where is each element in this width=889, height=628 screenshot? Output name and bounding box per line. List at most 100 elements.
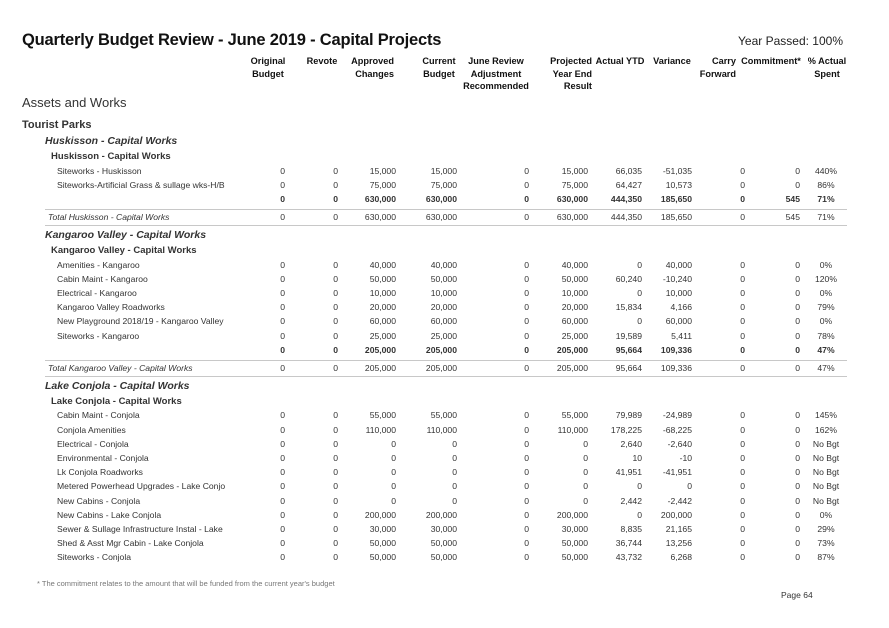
column-header-line: Spent <box>814 68 840 79</box>
cell-approved-changes: 75,000 <box>369 180 396 190</box>
cell-carry-forward: 0 <box>740 345 745 355</box>
cell-projected-year-end-result: 0 <box>583 496 588 506</box>
column-header-line: Recommended <box>463 81 529 91</box>
cell-carry-forward: 0 <box>740 260 745 270</box>
cell--actual-spent: No Bgt <box>812 481 840 491</box>
cell-current-budget: 40,000 <box>430 260 457 270</box>
block-subheading: Huskisson - Capital Works <box>51 151 171 162</box>
cell-approved-changes: 200,000 <box>364 510 396 520</box>
column-header-line: Current <box>422 56 456 66</box>
row-label: Total Huskisson - Capital Works <box>48 212 170 222</box>
total-row: Total Huskisson - Capital Works 0 0 630,000… <box>0 212 889 226</box>
cell-commitment: 0 <box>795 288 800 298</box>
cell-current-budget: 55,000 <box>430 410 457 420</box>
cell-approved-changes: 205,000 <box>364 345 396 355</box>
block-heading: Kangaroo Valley - Capital Works <box>45 229 207 242</box>
cell-variance: 4,166 <box>670 302 692 312</box>
cell-revote: 0 <box>333 260 338 270</box>
cell-approved-changes: 630,000 <box>364 212 396 222</box>
cell-carry-forward: 0 <box>740 538 745 548</box>
table-row: Siteworks - Conjola 0 0 50,000 50,000 0 50,000… <box>0 552 889 566</box>
cell--actual-spent: 0% <box>819 260 833 270</box>
cell-carry-forward: 0 <box>740 439 745 449</box>
cell-variance: -10 <box>679 453 692 463</box>
cell--actual-spent: 120% <box>815 274 837 284</box>
cell-june-review-adjustment-recommended: 0 <box>524 302 529 312</box>
cell-original-budget: 0 <box>280 552 285 562</box>
cell-original-budget: 0 <box>280 166 285 176</box>
cell--actual-spent: 145% <box>815 410 837 420</box>
row-label: Total Kangaroo Valley - Capital Works <box>48 363 193 373</box>
cell-current-budget: 200,000 <box>425 510 457 520</box>
cell-commitment: 0 <box>795 363 800 373</box>
cell-approved-changes: 0 <box>391 467 396 477</box>
cell-revote: 0 <box>333 439 338 449</box>
cell-revote: 0 <box>333 363 338 373</box>
table-row: Cabin Maint - Conjola 0 0 55,000 55,000 0 55,0… <box>0 410 889 424</box>
row-label: Cabin Maint - Kangaroo <box>57 274 148 284</box>
cell-commitment: 0 <box>795 274 800 284</box>
section-heading: Assets and Works <box>22 95 127 110</box>
cell-june-review-adjustment-recommended: 0 <box>524 316 529 326</box>
cell-commitment: 0 <box>795 260 800 270</box>
cell-revote: 0 <box>333 166 338 176</box>
cell-original-budget: 0 <box>280 467 285 477</box>
cell-june-review-adjustment-recommended: 0 <box>524 481 529 491</box>
cell-commitment: 0 <box>795 538 800 548</box>
cell-carry-forward: 0 <box>740 180 745 190</box>
cell--actual-spent: 162% <box>815 425 837 435</box>
table-row: Metered Powerhead Upgrades - Lake Conjo 0… <box>0 481 889 495</box>
column-header-line: Actual YTD <box>595 56 645 66</box>
subtotal-row: 0 0 630,000 630,000 0 630,000 444,350 185,650 0 5… <box>0 194 889 208</box>
cell-june-review-adjustment-recommended: 0 <box>524 425 529 435</box>
cell--actual-spent: 47% <box>817 363 835 373</box>
cell-variance: 10,000 <box>665 288 692 298</box>
cell-variance: -41,951 <box>662 467 692 477</box>
cell-current-budget: 205,000 <box>425 363 457 373</box>
cell-june-review-adjustment-recommended: 0 <box>524 194 529 204</box>
cell--actual-spent: 71% <box>817 194 835 204</box>
cell-june-review-adjustment-recommended: 0 <box>524 363 529 373</box>
cell-june-review-adjustment-recommended: 0 <box>524 212 529 222</box>
cell-june-review-adjustment-recommended: 0 <box>524 453 529 463</box>
year-passed-indicator: Year Passed: 100% <box>738 34 843 48</box>
cell-original-budget: 0 <box>280 410 285 420</box>
cell-current-budget: 60,000 <box>430 316 457 326</box>
cell-variance: 109,336 <box>660 345 692 355</box>
cell-current-budget: 110,000 <box>426 425 457 435</box>
cell-revote: 0 <box>333 496 338 506</box>
column-header: Commitment* <box>740 55 802 68</box>
cell-june-review-adjustment-recommended: 0 <box>524 410 529 420</box>
cell-approved-changes: 0 <box>391 453 396 463</box>
column-header: Revote <box>305 55 339 68</box>
column-header: Current Budget <box>420 55 458 80</box>
table-row: Shed & Asst Mgr Cabin - Lake Conjola 0 0 50… <box>0 538 889 552</box>
cell-commitment: 0 <box>795 345 800 355</box>
table-row: Environmental - Conjola 0 0 0 0 0 0 10 -10 0 0 No B… <box>0 453 889 467</box>
cell--actual-spent: No Bgt <box>812 453 840 463</box>
block-subheading: Kangaroo Valley - Capital Works <box>51 245 197 257</box>
cell-variance: 5,411 <box>671 331 692 341</box>
table-row: Siteworks - Kangaroo 0 0 25,000 25,000 0 25,00… <box>0 331 889 345</box>
cell-carry-forward: 0 <box>740 166 745 176</box>
cell-original-budget: 0 <box>280 363 285 373</box>
cell--actual-spent: 78% <box>817 331 835 341</box>
cell-approved-changes: 205,000 <box>364 363 396 373</box>
row-label: Sewer & Sullage Infrastructure Instal - … <box>57 524 223 534</box>
table-row: New Cabins - Conjola 0 0 0 0 0 0 2,442 -2,442 0 0 N… <box>0 496 889 510</box>
row-label: Siteworks - Kangaroo <box>57 331 140 341</box>
cell-projected-year-end-result: 50,000 <box>561 538 588 548</box>
footnote: * The commitment relates to the amount t… <box>37 579 335 588</box>
cell-commitment: 0 <box>795 481 800 491</box>
cell-current-budget: 630,000 <box>425 194 457 204</box>
cell-approved-changes: 0 <box>391 481 396 491</box>
cell-current-budget: 20,000 <box>430 302 457 312</box>
cell-approved-changes: 55,000 <box>369 410 396 420</box>
cell-variance: -2,640 <box>667 439 692 449</box>
cell--actual-spent: 79% <box>817 302 835 312</box>
cell-carry-forward: 0 <box>740 302 745 312</box>
cell-projected-year-end-result: 15,000 <box>561 166 588 176</box>
cell-original-budget: 0 <box>280 481 285 491</box>
cell-variance: 40,000 <box>665 260 692 270</box>
cell-projected-year-end-result: 25,000 <box>561 331 588 341</box>
